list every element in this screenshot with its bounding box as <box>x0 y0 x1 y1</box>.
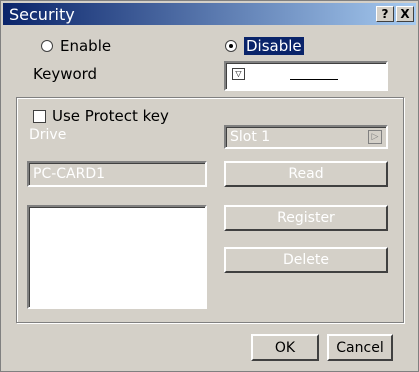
drive-field[interactable]: PC-CARD1 <box>27 161 207 187</box>
close-button[interactable]: X <box>396 6 414 22</box>
disable-label: Disable <box>244 37 304 55</box>
keyword-label: Keyword <box>33 65 98 83</box>
window-title: Security <box>9 4 75 24</box>
enable-radio[interactable]: Enable <box>41 37 111 55</box>
security-dialog: Security ? X Enable Disable Keyword ▽ Us… <box>0 0 419 372</box>
disable-radio[interactable]: Disable <box>225 37 304 55</box>
enable-label: Enable <box>60 37 112 55</box>
cancel-button[interactable]: Cancel <box>327 334 393 361</box>
title-bar: Security ? X <box>3 3 416 25</box>
keyboard-icon: ▽ <box>232 68 245 80</box>
keyword-field[interactable]: ▽ <box>224 61 388 91</box>
keyword-cursor <box>290 79 338 80</box>
slot-dropdown[interactable]: Slot 1 ▷ <box>224 125 388 149</box>
help-button[interactable]: ? <box>376 6 394 22</box>
use-protect-key-label: Use Protect key <box>52 107 169 125</box>
read-button[interactable]: Read <box>224 161 388 187</box>
ok-button[interactable]: OK <box>251 334 319 361</box>
key-list[interactable] <box>27 205 207 309</box>
dropdown-arrow-icon: ▷ <box>368 130 382 144</box>
drive-label: Drive <box>29 127 67 143</box>
radio-checked-icon <box>225 40 237 52</box>
card-value: PC-CARD1 <box>33 166 106 182</box>
slot-value: Slot 1 <box>230 129 271 145</box>
checkbox-icon <box>33 109 46 123</box>
register-button[interactable]: Register <box>224 205 388 231</box>
use-protect-key-checkbox[interactable]: Use Protect key <box>33 107 169 125</box>
radio-icon <box>41 40 53 52</box>
delete-button[interactable]: Delete <box>224 247 388 273</box>
